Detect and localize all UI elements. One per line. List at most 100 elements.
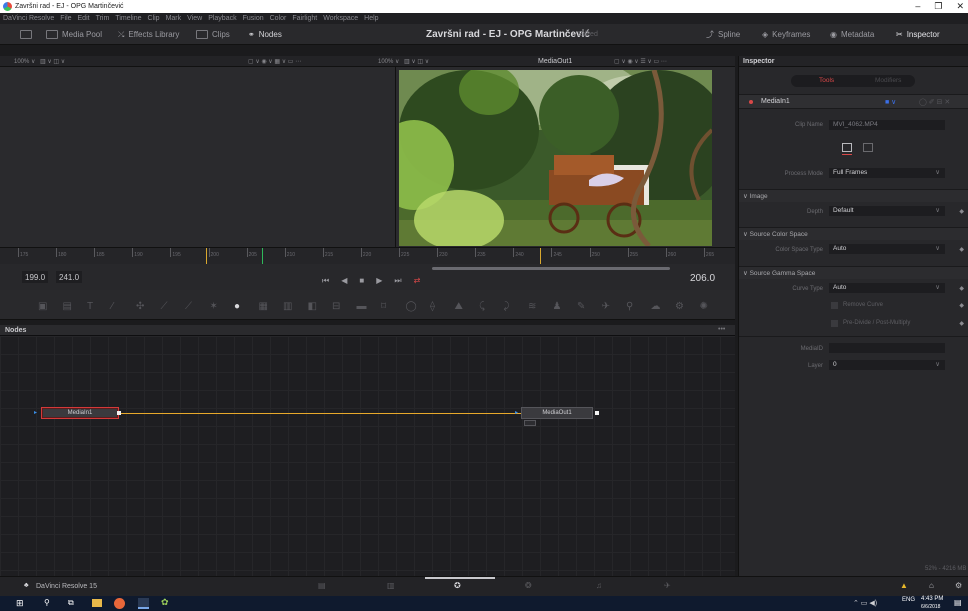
menu-workspace[interactable]: Workspace bbox=[323, 15, 358, 22]
left-viewer-zoom[interactable]: 100% ∨ bbox=[14, 58, 35, 65]
timeline-ruler[interactable]: 175 180 185 190 195 200 205 210 215 220 225 230 235 2… bbox=[0, 247, 735, 264]
menu-playback[interactable]: Playback bbox=[208, 15, 236, 22]
inspector-button[interactable]: ✂ Inspector bbox=[896, 28, 940, 41]
home-icon[interactable]: ⌂ bbox=[929, 581, 934, 590]
pre-divide-checkbox[interactable] bbox=[831, 320, 838, 327]
menu-mark[interactable]: Mark bbox=[166, 15, 182, 22]
keyframe-diamond-icon[interactable]: ◆ bbox=[959, 302, 964, 309]
nodes-button[interactable]: ⚭ Nodes bbox=[248, 28, 282, 41]
menu-timeline[interactable]: Timeline bbox=[115, 15, 141, 22]
keyframe-diamond-icon[interactable]: ◆ bbox=[959, 285, 964, 292]
menu-view[interactable]: View bbox=[187, 15, 202, 22]
image-tab-icon[interactable] bbox=[842, 143, 852, 152]
transform-tool-icon[interactable]: ⊟ bbox=[332, 302, 342, 312]
nodes-panel-more-icon[interactable]: ••• bbox=[718, 326, 725, 333]
notifications-icon[interactable]: ▤ bbox=[954, 598, 962, 607]
media-out-output-port[interactable] bbox=[595, 411, 599, 415]
metadata-button[interactable]: ◉ Metadata bbox=[830, 28, 874, 41]
panel-toggle-button[interactable] bbox=[20, 28, 32, 41]
go-to-end-icon[interactable]: ⏭ bbox=[394, 276, 401, 286]
file-explorer-icon[interactable] bbox=[92, 599, 102, 607]
settings-gear-icon[interactable]: ⚙ bbox=[955, 581, 962, 590]
stop-icon[interactable]: ■ bbox=[359, 276, 364, 286]
dissolve-tool-icon[interactable]: ⤹ bbox=[479, 302, 489, 312]
saver-tool-icon[interactable]: ≋ bbox=[528, 302, 538, 312]
page-edit-icon[interactable]: ▥ bbox=[387, 581, 395, 590]
timeline-scrollbar[interactable] bbox=[432, 267, 670, 270]
tracker-tool-icon[interactable]: ⚙ bbox=[675, 302, 685, 312]
audio-tab-icon[interactable] bbox=[863, 143, 873, 152]
tab-modifiers[interactable]: Modifiers bbox=[875, 77, 901, 84]
node-header-row[interactable]: MediaIn1 ■ ∨ ◯ ✐ ⊟ ✕ bbox=[739, 94, 968, 109]
color-curves-tool-icon[interactable]: ⟠ bbox=[430, 302, 440, 312]
page-media-icon[interactable]: ▤ bbox=[318, 581, 326, 590]
brightness-contrast-tool-icon[interactable]: ⛰ bbox=[455, 302, 465, 312]
davinci-resolve-taskbar-icon[interactable] bbox=[138, 598, 149, 609]
menu-file[interactable]: File bbox=[60, 15, 71, 22]
glow-tool-icon[interactable]: ✺ bbox=[700, 302, 710, 312]
rectangle-mask-tool-icon[interactable]: ⟋ bbox=[185, 302, 195, 312]
spline-button[interactable]: ⤴ Spline bbox=[706, 28, 740, 41]
keyframes-button[interactable]: ◈ Keyframes bbox=[762, 28, 810, 41]
menu-color[interactable]: Color bbox=[270, 15, 287, 22]
current-time[interactable]: 206.0 bbox=[690, 273, 715, 284]
node-version-icons[interactable]: ◯ ✐ ⊟ ✕ bbox=[919, 98, 950, 106]
search-icon[interactable]: ⚲ bbox=[44, 598, 50, 607]
text-tool-icon[interactable]: T bbox=[87, 302, 97, 312]
menu-help[interactable]: Help bbox=[364, 15, 378, 22]
right-viewer-options-icon[interactable]: ▥ ∨ ◫ ∨ bbox=[404, 58, 429, 65]
left-viewer-options-icon[interactable]: ▥ ∨ ◫ ∨ bbox=[40, 58, 65, 65]
3d-render-tool-icon[interactable]: ☁ bbox=[651, 302, 661, 312]
blur-tool-icon[interactable]: ⌑ bbox=[381, 302, 391, 312]
node-color-swatch-icon[interactable]: ■ ∨ bbox=[885, 98, 896, 106]
media-id-field[interactable] bbox=[829, 343, 945, 353]
menu-trim[interactable]: Trim bbox=[96, 15, 110, 22]
left-viewer-tools-icon[interactable]: ▢ ∨ ◉ ∨ ▦ ∨ ▭ ⋯ bbox=[248, 58, 301, 65]
ellipse-mask-tool-icon[interactable]: ✶ bbox=[210, 302, 220, 312]
windows-start-icon[interactable]: ⊞ bbox=[16, 598, 24, 609]
menu-davinci-resolve[interactable]: DaVinci Resolve bbox=[3, 15, 54, 22]
effects-library-button[interactable]: ⤯ Effects Library bbox=[118, 28, 179, 41]
page-deliver-icon[interactable]: ✈ bbox=[664, 581, 671, 590]
right-viewer-zoom[interactable]: 100% ∨ bbox=[378, 58, 399, 65]
menu-fusion[interactable]: Fusion bbox=[243, 15, 264, 22]
menu-fairlight[interactable]: Fairlight bbox=[292, 15, 317, 22]
left-viewer[interactable] bbox=[0, 67, 395, 248]
process-mode-dropdown[interactable]: Full Frames ∨ bbox=[829, 168, 945, 178]
3d-camera-tool-icon[interactable]: ✈ bbox=[602, 302, 612, 312]
task-view-icon[interactable]: ⧉ bbox=[68, 598, 74, 608]
page-fairlight-icon[interactable]: ♫ bbox=[596, 581, 602, 590]
node-active-dot-icon[interactable] bbox=[749, 100, 753, 104]
playhead-marker[interactable] bbox=[262, 248, 263, 264]
section-image[interactable]: ∨ Image bbox=[739, 189, 968, 202]
3d-light-tool-icon[interactable]: ⚲ bbox=[626, 302, 636, 312]
maximize-button[interactable]: ❐ bbox=[934, 0, 942, 13]
crop-tool-icon[interactable]: ▬ bbox=[357, 302, 367, 312]
media-in-output-port[interactable] bbox=[117, 411, 121, 415]
bspline-mask-tool-icon[interactable]: ⟋ bbox=[161, 302, 171, 312]
go-to-start-icon[interactable]: ⏮ bbox=[322, 276, 329, 286]
section-source-color-space[interactable]: ∨ Source Color Space bbox=[739, 227, 968, 240]
system-tray-icons[interactable]: ⌃ ▭ ◀) bbox=[853, 599, 877, 607]
warning-icon[interactable]: ▲ bbox=[900, 581, 908, 590]
step-back-icon[interactable]: ◀ bbox=[341, 276, 347, 286]
merge-tool-icon[interactable]: ▦ bbox=[259, 302, 269, 312]
color-space-type-dropdown[interactable]: Auto ∨ bbox=[829, 244, 945, 254]
keyframe-diamond-icon[interactable]: ◆ bbox=[959, 320, 964, 327]
in-time[interactable]: 199.0 bbox=[22, 271, 49, 283]
out-point-marker[interactable] bbox=[540, 248, 541, 264]
keyframe-diamond-icon[interactable]: ◆ bbox=[959, 246, 964, 253]
out-time[interactable]: 241.0 bbox=[56, 271, 83, 283]
firefox-icon[interactable] bbox=[114, 598, 125, 609]
media-out-node[interactable]: MediaOut1 bbox=[521, 407, 593, 419]
page-color-icon[interactable]: ❂ bbox=[525, 581, 532, 590]
close-button[interactable]: ✕ bbox=[956, 0, 964, 13]
loader-tool-icon[interactable]: ⤸ bbox=[504, 302, 514, 312]
node-editor[interactable]: ▸ MediaIn1 ▸ MediaOut1 bbox=[0, 336, 735, 576]
curve-type-dropdown[interactable]: Auto ∨ bbox=[829, 283, 945, 293]
minimize-button[interactable]: – bbox=[915, 0, 920, 13]
bitmap-mask-tool-icon[interactable]: ● bbox=[234, 302, 244, 312]
tab-tools[interactable]: Tools bbox=[819, 77, 834, 84]
in-point-marker[interactable] bbox=[206, 248, 207, 264]
background-tool-icon[interactable]: ▣ bbox=[38, 302, 48, 312]
